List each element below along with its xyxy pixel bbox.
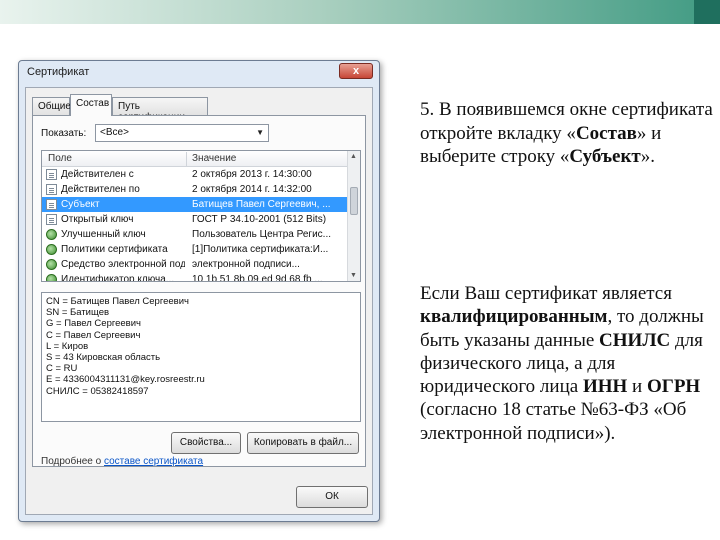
copy-to-file-button[interactable]: Копировать в файл... <box>247 432 359 454</box>
detail-line: СНИЛС = 05382418597 <box>46 385 149 397</box>
note-text: (согласно 18 статье №63-ФЗ «Об электронн… <box>420 399 687 444</box>
detail-line: E = 4336004311131@key.rosreestr.ru <box>46 374 205 386</box>
step-bold-row: Субъект <box>569 146 641 167</box>
row-value: [1]Политика сертификата:И... <box>192 244 329 255</box>
row-field: Улучшенный ключ <box>61 229 146 240</box>
more-info-row: Подробнее о составе сертификата <box>41 456 203 467</box>
row-field: Действителен с <box>61 169 134 180</box>
table-row[interactable]: Улучшенный ключ Пользователь Центра Реги… <box>42 227 348 242</box>
scroll-thumb[interactable] <box>350 187 358 215</box>
row-value: ГОСТ Р 34.10-2001 (512 Bits) <box>192 214 327 225</box>
detail-line: L = Киров <box>46 340 89 352</box>
certificate-icon <box>46 244 57 255</box>
step-text: ». <box>640 146 655 167</box>
detail-line: S = 43 Кировская область <box>46 352 161 364</box>
document-icon <box>46 169 57 180</box>
table-row-selected[interactable]: Субъект Батищев Павел Сергеевич, ... <box>42 197 348 212</box>
note-text: и <box>627 376 647 398</box>
document-icon <box>46 214 57 225</box>
note-bold: СНИЛС <box>599 329 671 351</box>
note-bold: квалифицированным <box>420 306 608 328</box>
certificate-icon <box>46 274 57 281</box>
detail-line: C = RU <box>46 363 78 375</box>
note-bold: ОГРН <box>646 376 701 398</box>
slide-top-banner <box>0 0 720 24</box>
row-value: Пользователь Центра Регис... <box>192 229 331 240</box>
row-field: Открытый ключ <box>61 214 134 225</box>
chevron-down-icon: ▼ <box>256 128 264 137</box>
table-row[interactable]: Открытый ключ ГОСТ Р 34.10-2001 (512 Bit… <box>42 212 348 227</box>
column-divider[interactable] <box>186 152 187 166</box>
row-value: 2 октября 2014 г. 14:32:00 <box>192 184 312 195</box>
row-field: Идентификатор ключа... <box>61 274 175 282</box>
detail-line: SN = Батищев <box>46 307 110 319</box>
scroll-down-icon[interactable]: ▼ <box>350 272 357 279</box>
detail-line: G = Павел Сергеевич <box>46 318 141 330</box>
show-label: Показать: <box>41 128 87 139</box>
more-info-text: Подробнее о <box>41 456 104 467</box>
scroll-up-icon[interactable]: ▲ <box>350 153 357 160</box>
row-value: 10 1b 51 8b 09 ed 9d 68 fb ... <box>192 274 323 282</box>
document-icon <box>46 199 57 210</box>
table-header: Поле Значение <box>42 151 348 167</box>
show-select[interactable]: <Все> ▼ <box>95 124 269 142</box>
table-row[interactable]: Действителен с 2 октября 2013 г. 14:30:0… <box>42 167 348 182</box>
qualified-note: Если Ваш сертификат является квалифициро… <box>420 282 716 445</box>
certificate-dialog: Сертификат x Общие Состав Путь сертифика… <box>18 60 380 522</box>
table-rows: Действителен с 2 октября 2013 г. 14:30:0… <box>42 167 348 282</box>
slide-top-banner-accent <box>694 0 720 24</box>
row-field: Политики сертификата <box>61 244 168 255</box>
row-field: Действителен по <box>61 184 140 195</box>
field-detail-box[interactable]: CN = Батищев Павел Сергеевич SN = Батище… <box>41 292 361 422</box>
certificate-icon <box>46 259 57 270</box>
row-value: Батищев Павел Сергеевич, ... <box>192 199 331 210</box>
row-field: Средство электронной под... <box>61 259 185 270</box>
composition-panel: Показать: <Все> ▼ Поле Значение Действит… <box>32 115 366 467</box>
tab-general[interactable]: Общие <box>32 97 71 115</box>
document-icon <box>46 184 57 195</box>
more-info-link[interactable]: составе сертификата <box>104 456 203 467</box>
note-text: Если Ваш сертификат является <box>420 283 672 304</box>
fields-table: Поле Значение Действителен с 2 октября 2… <box>41 150 361 282</box>
row-value: 2 октября 2013 г. 14:30:00 <box>192 169 312 180</box>
dialog-body: Общие Состав Путь сертификации Показать:… <box>25 87 373 515</box>
ok-button[interactable]: ОК <box>296 486 368 508</box>
close-button[interactable]: x <box>339 63 373 79</box>
table-scrollbar[interactable]: ▲ ▼ <box>347 151 360 281</box>
show-select-value: <Все> <box>100 127 129 138</box>
column-field[interactable]: Поле <box>48 153 72 164</box>
table-row[interactable]: Политики сертификата [1]Политика сертифи… <box>42 242 348 257</box>
column-value[interactable]: Значение <box>192 153 236 164</box>
step-bold-tab: Состав <box>575 122 637 144</box>
table-row[interactable]: Действителен по 2 октября 2014 г. 14:32:… <box>42 182 348 197</box>
row-value: электронной подписи... <box>192 259 300 270</box>
detail-line: CN = Батищев Павел Сергеевич <box>46 296 189 307</box>
table-row[interactable]: Средство электронной под... электронной … <box>42 257 348 272</box>
tab-composition[interactable]: Состав <box>70 94 112 116</box>
dialog-title: Сертификат <box>27 66 90 78</box>
detail-line: C = Павел Сергеевич <box>46 329 141 341</box>
note-bold: ИНН <box>582 376 628 398</box>
row-field: Субъект <box>61 199 100 210</box>
certificate-icon <box>46 229 57 240</box>
step-text: 5. В появившемся окне сертификата открой… <box>420 99 713 144</box>
step-instruction: 5. В появившемся окне сертификата открой… <box>420 98 716 169</box>
properties-button[interactable]: Свойства... <box>171 432 241 454</box>
tab-certification-path[interactable]: Путь сертификации <box>112 97 208 123</box>
table-row[interactable]: Идентификатор ключа... 10 1b 51 8b 09 ed… <box>42 272 348 282</box>
